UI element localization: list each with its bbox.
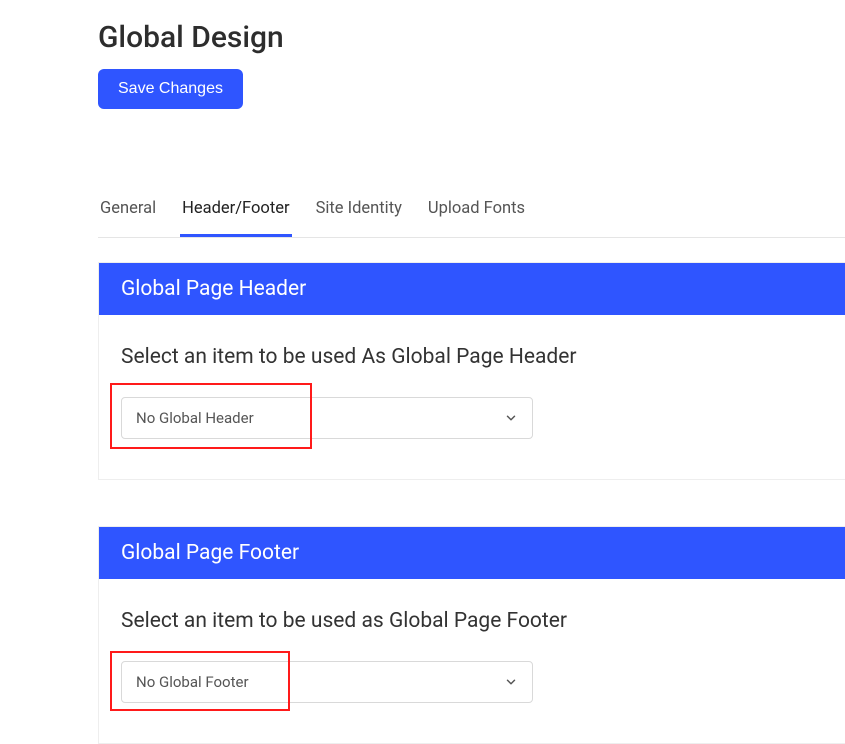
global-header-prompt: Select an item to be used As Global Page… bbox=[121, 345, 845, 369]
tabs-bar: General Header/Footer Site Identity Uplo… bbox=[98, 193, 845, 238]
global-footer-select-value: No Global Footer bbox=[136, 673, 249, 691]
global-header-select-value: No Global Header bbox=[136, 409, 254, 427]
global-header-select[interactable]: No Global Header bbox=[121, 397, 533, 439]
global-footer-prompt: Select an item to be used as Global Page… bbox=[121, 609, 845, 633]
global-header-panel-title: Global Page Header bbox=[99, 263, 845, 315]
global-header-panel: Global Page Header Select an item to be … bbox=[98, 262, 845, 480]
tab-upload-fonts[interactable]: Upload Fonts bbox=[426, 193, 527, 237]
page-title: Global Design bbox=[98, 20, 845, 55]
chevron-down-icon bbox=[504, 411, 518, 425]
global-footer-panel-title: Global Page Footer bbox=[99, 527, 845, 579]
global-footer-select[interactable]: No Global Footer bbox=[121, 661, 533, 703]
save-changes-button[interactable]: Save Changes bbox=[98, 69, 243, 109]
global-footer-panel: Global Page Footer Select an item to be … bbox=[98, 526, 845, 744]
tab-site-identity[interactable]: Site Identity bbox=[314, 193, 404, 237]
chevron-down-icon bbox=[504, 675, 518, 689]
tab-general[interactable]: General bbox=[98, 193, 158, 237]
tab-header-footer[interactable]: Header/Footer bbox=[180, 193, 291, 237]
